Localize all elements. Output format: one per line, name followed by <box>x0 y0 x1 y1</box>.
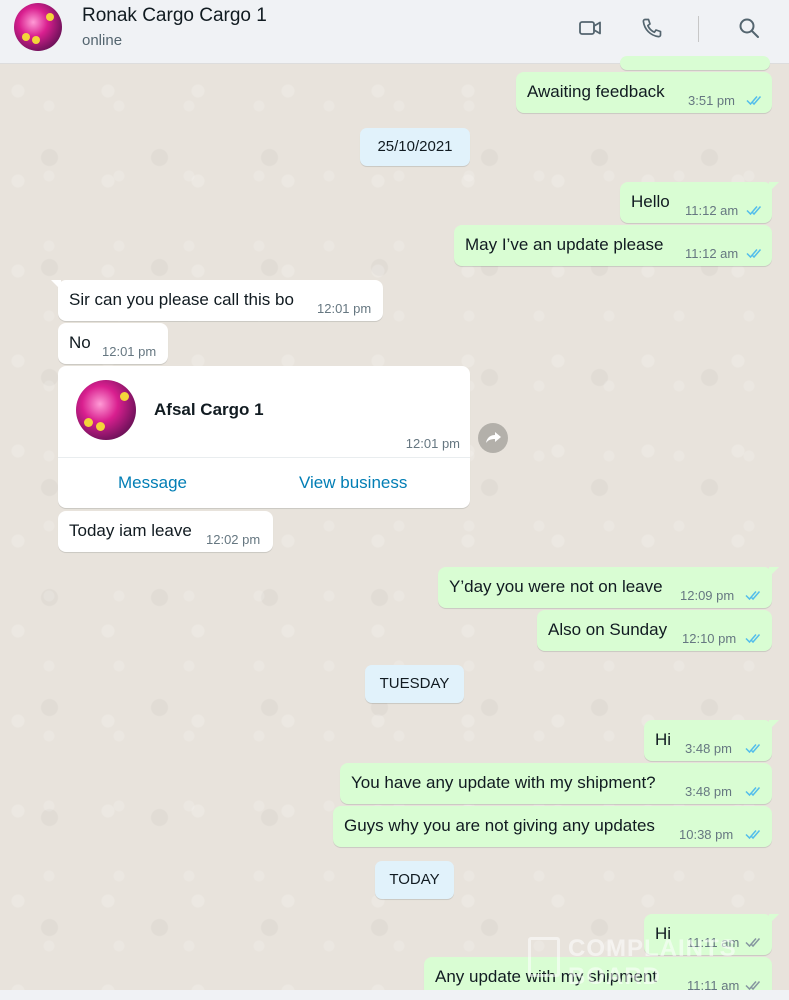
message-text: Hi <box>655 730 672 749</box>
read-receipt-icon <box>745 634 761 644</box>
message-time: 12:02 pm <box>206 532 261 547</box>
message-time: 12:01 pm <box>102 344 157 359</box>
contact-avatar[interactable] <box>14 3 62 51</box>
bubble-tail <box>769 720 779 730</box>
message-text: May I’ve an update please <box>465 235 664 254</box>
message-button[interactable]: Message <box>118 473 187 493</box>
business-name: Afsal Cargo 1 <box>154 400 264 419</box>
card-divider <box>58 457 470 458</box>
forward-button[interactable] <box>478 423 508 453</box>
message-time: 10:38 pm <box>679 827 734 842</box>
message-text: You have any update with my shipment? <box>351 773 656 792</box>
search-icon[interactable] <box>737 16 761 40</box>
read-receipt-icon <box>746 206 762 216</box>
read-receipt-icon <box>745 787 761 797</box>
watermark-icon <box>528 937 560 977</box>
contact-name[interactable]: Ronak Cargo Cargo 1 <box>82 5 267 27</box>
message-bubble-outgoing[interactable]: Awaiting feedback 3:51 pm <box>516 72 772 113</box>
message-time: 3:48 pm <box>685 784 732 799</box>
message-bubble-outgoing[interactable]: Hi 3:48 pm <box>644 720 779 761</box>
bubble-tail <box>769 567 779 577</box>
message-time: 12:01 pm <box>405 436 460 451</box>
message-time: 3:51 pm <box>688 93 735 108</box>
date-separator: TUESDAY <box>365 665 464 703</box>
message-time: 11:12 am <box>685 246 739 261</box>
message-time: 11:12 am <box>685 203 739 218</box>
composer-bar[interactable] <box>0 990 789 1000</box>
message-text: Awaiting feedback <box>527 82 665 101</box>
forward-icon <box>486 432 501 443</box>
read-receipt-icon <box>746 249 762 259</box>
message-text: Sir can you please call this bo <box>69 290 294 309</box>
read-receipt-icon <box>746 96 762 106</box>
bubble-tail <box>769 182 779 192</box>
contact-status: online <box>82 32 123 49</box>
bubble-tail <box>51 280 61 290</box>
message-bubble-partial <box>620 56 770 70</box>
date-separator: TODAY <box>375 861 454 899</box>
message-time: 12:01 pm <box>317 301 372 316</box>
read-receipt-icon <box>745 744 761 754</box>
message-text: Today iam leave <box>69 521 192 540</box>
message-text: Also on Sunday <box>548 620 668 639</box>
message-text: No <box>69 333 91 352</box>
view-business-button[interactable]: View business <box>299 473 407 493</box>
message-time: 12:10 pm <box>682 631 737 646</box>
message-bubble-outgoing[interactable]: You have any update with my shipment? 3:… <box>340 763 772 804</box>
message-bubble-outgoing[interactable]: Hello 11:12 am <box>620 182 779 223</box>
message-bubble-incoming[interactable]: Sir can you please call this bo 12:01 pm <box>51 280 383 321</box>
contact-card[interactable]: Afsal Cargo 1 12:01 pm Message View busi… <box>58 366 470 508</box>
video-call-icon[interactable] <box>578 16 602 40</box>
message-text: Y’day you were not on leave <box>449 577 663 596</box>
date-separator: 25/10/2021 <box>360 128 470 166</box>
business-avatar <box>76 380 136 440</box>
watermark-logo: COMPLAINTS BOARD <box>528 935 778 990</box>
message-bubble-incoming[interactable]: No 12:01 pm <box>58 323 168 364</box>
message-bubble-incoming[interactable]: Today iam leave 12:02 pm <box>58 511 273 552</box>
voice-call-icon[interactable] <box>640 16 664 40</box>
message-bubble-outgoing[interactable]: Guys why you are not giving any updates … <box>333 806 772 847</box>
watermark-text: COMPLAINTS BOARD <box>568 935 737 990</box>
read-receipt-icon <box>745 591 761 601</box>
message-bubble-outgoing[interactable]: Y’day you were not on leave 12:09 pm <box>438 567 779 608</box>
message-text: Guys why you are not giving any updates <box>344 816 655 835</box>
message-time: 12:09 pm <box>680 588 735 603</box>
message-bubble-outgoing[interactable]: May I’ve an update please 11:12 am <box>454 225 772 266</box>
header-divider <box>698 16 699 42</box>
message-time: 3:48 pm <box>685 741 732 756</box>
message-bubble-outgoing[interactable]: Also on Sunday 12:10 pm <box>537 610 772 651</box>
read-receipt-icon <box>745 830 761 840</box>
message-text: Hello <box>631 192 670 211</box>
chat-header: Ronak Cargo Cargo 1 online <box>0 0 789 64</box>
bubble-tail <box>769 914 779 924</box>
